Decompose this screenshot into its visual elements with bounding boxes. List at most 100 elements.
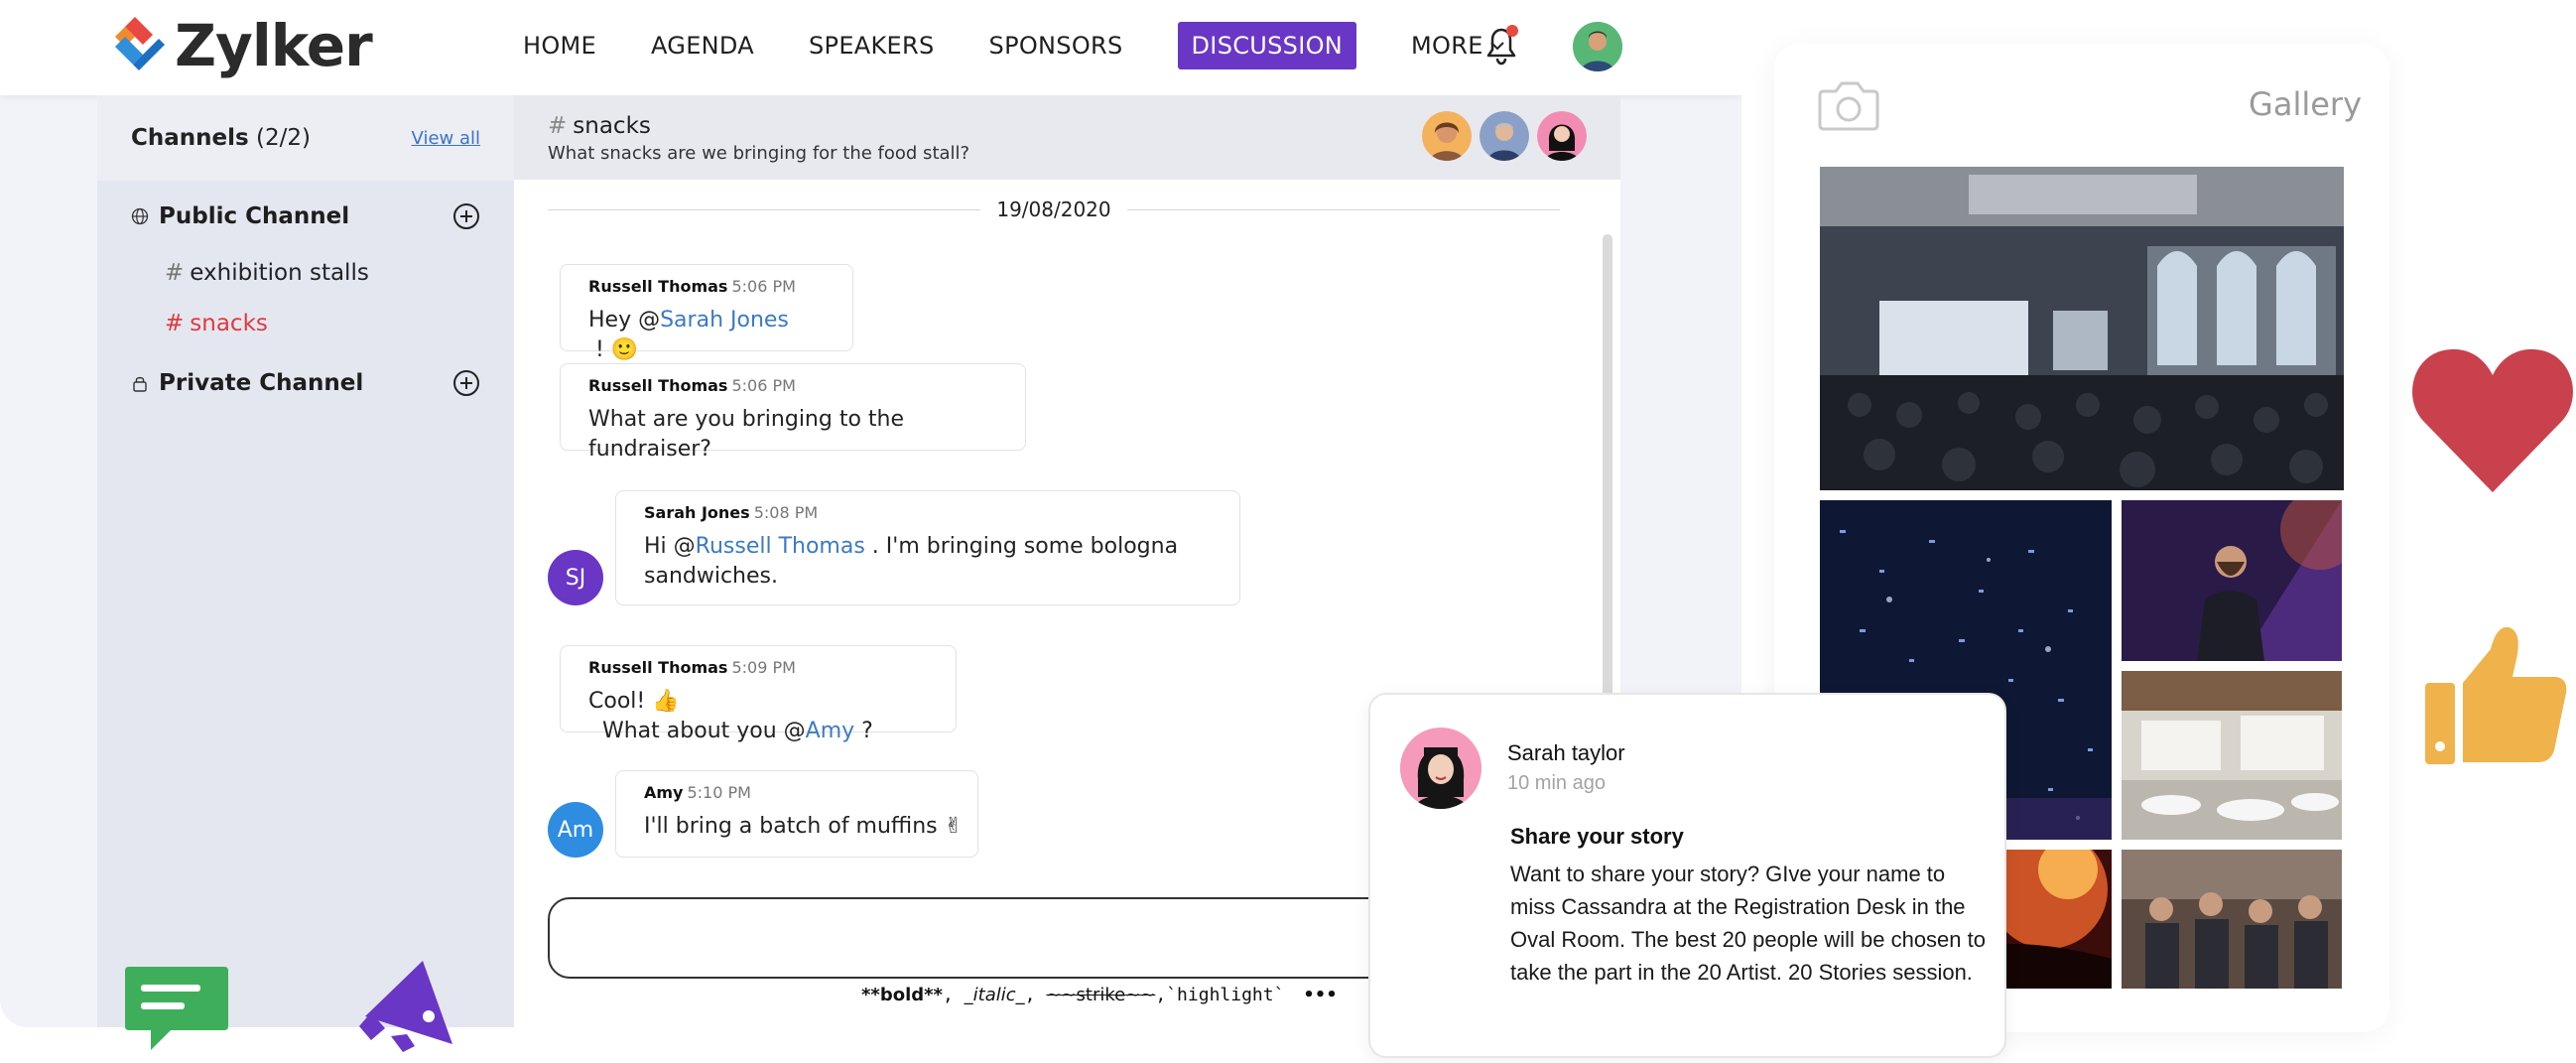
brand-name: Zylker [175,12,373,79]
chat-message[interactable]: Amy 5:10 PM I'll bring a batch of muffins… [615,770,978,858]
notification-avatar-image [1400,728,1481,809]
chat-bubble-icon [125,967,228,1050]
nav-discussion[interactable]: DISCUSSION [1177,22,1357,69]
message-time: 5:06 PM [731,376,796,395]
private-channel-group[interactable]: Private Channel [131,369,480,397]
message-text-part: What about you @ [588,719,806,743]
notification-time: 10 min ago [1507,772,1606,794]
chat-message[interactable]: Russell Thomas 5:09 PM Cool! 👍 What about… [560,645,957,743]
message-time: 5:08 PM [753,503,819,522]
add-private-channel-plus-circle-icon[interactable] [452,369,480,397]
format-highlight-hint: `highlight` [1166,985,1285,1005]
message-author: Sarah Jones [644,503,750,522]
message-text: I'll bring a batch of muffins ✌ [644,812,963,842]
nav-agenda[interactable]: AGENDA [651,32,754,60]
thumbs-up-emoji-icon: 👍 [652,689,680,714]
channel-members[interactable] [1422,111,1587,161]
channels-header: Channels (2/2) View all [97,95,514,181]
sidebar-item-exhibition-stalls[interactable]: # exhibition stalls [165,260,369,286]
message-text-part: Hey @ [588,308,661,332]
globe-icon [131,207,149,225]
mention-link[interactable]: Russell Thomas [696,534,865,559]
group-image [2122,850,2342,989]
message-text: Hi @Russell Thomas . I'm bringing some b… [644,532,1212,592]
message-text-part: I'll bring a batch of muffins [644,814,945,839]
format-bold-hint: **bold** [861,985,943,1005]
sidebar-item-snacks[interactable]: # snacks [165,311,268,336]
public-channel-group[interactable]: Public Channel [131,202,480,230]
notification-card[interactable]: Sarah taylor 10 min ago Share your story… [1368,693,2006,1058]
member-avatar[interactable] [1480,111,1529,161]
message-time: 5:06 PM [731,277,796,296]
channels-count: (2/2) [256,125,311,151]
nav-sponsors[interactable]: SPONSORS [989,32,1123,60]
notification-avatar [1400,728,1481,809]
view-all-link[interactable]: View all [412,128,480,149]
conference-hall-image [1820,167,2344,490]
avatar-initials[interactable]: Am [548,802,603,858]
user-avatar-image [1573,22,1622,71]
notification-sender: Sarah taylor [1507,740,1625,765]
date-divider-line [548,208,981,210]
message-meta: Russell Thomas 5:06 PM [588,277,825,296]
private-channel-label: Private Channel [159,370,364,396]
avatar-initials[interactable]: SJ [548,550,603,605]
message-text: Hey @Sarah Jones ! 🙂 [588,306,825,365]
more-options-icon[interactable]: ••• [1303,985,1338,1005]
chat-message[interactable]: Sarah Jones 5:08 PM Hi @Russell Thomas . … [615,490,1240,605]
brand-logo[interactable]: Zylker [105,12,373,79]
channel-name: exhibition stalls [190,260,369,286]
channel-hash: # [165,311,185,336]
meeting-room-image [2122,671,2342,840]
date-divider-line [1126,208,1560,210]
public-channel-heading: Public Channel [131,203,349,229]
format-separator: , [1155,985,1167,1005]
top-navigation-bar: Zylker HOME AGENDA SPEAKERS SPONSORS DIS… [0,0,1741,95]
nav-home[interactable]: HOME [523,32,596,60]
message-meta: Sarah Jones 5:08 PM [644,503,1212,522]
speaker-image [2122,500,2342,661]
date-divider: 19/08/2020 [548,195,1560,224]
add-public-channel-plus-circle-icon[interactable] [452,202,480,230]
gallery-photo-speaker[interactable] [2122,500,2342,661]
camera-icon[interactable] [1818,77,1879,131]
member-avatar[interactable] [1537,111,1587,161]
chat-scrollbar[interactable] [1603,234,1612,701]
lock-icon [133,376,147,392]
mention-link[interactable]: Amy [806,719,855,743]
format-separator: , [1024,985,1047,1005]
main-nav: HOME AGENDA SPEAKERS SPONSORS DISCUSSION… [523,0,1560,91]
nav-more-label: MORE [1411,32,1483,60]
format-italic-hint: _italic_ [964,985,1025,1005]
bell-icon[interactable] [1479,22,1524,67]
nav-speakers[interactable]: SPEAKERS [809,32,935,60]
public-channel-label: Public Channel [159,203,350,229]
mention-link[interactable]: Sarah Jones [660,308,789,332]
channel-name: snacks [190,311,268,336]
private-channel-heading: Private Channel [131,370,363,396]
formatting-hint: **bold**, _italic_, ~~strike~~,`highligh… [861,985,1338,1005]
member-avatar[interactable] [1422,111,1472,161]
channels-title: Channels (2/2) [131,125,311,151]
thumbs-up-icon[interactable] [2421,619,2570,768]
gallery-photo-conference-hall[interactable] [1820,167,2344,490]
notification-body: Want to share your story? GIve your name… [1510,862,1986,985]
gallery-photo-meeting-room[interactable] [2122,671,2342,840]
megaphone-icon [359,961,452,1052]
message-author: Russell Thomas [588,376,728,395]
message-text-part: Cool! [588,689,653,714]
user-avatar[interactable] [1573,22,1622,71]
victory-emoji-icon: ✌ [944,814,964,839]
message-author: Amy [644,783,684,802]
message-text-part: ? [854,719,873,743]
channels-sidebar: Channels (2/2) View all Public Channel #… [97,95,514,1027]
chat-message[interactable]: Russell Thomas 5:06 PM Hey @Sarah Jones !… [560,264,853,362]
message-text: Cool! 👍 What about you @Amy ? [588,687,928,746]
notification-heading: Share your story [1510,824,1684,849]
channel-hash: # [165,260,185,286]
message-text-part: Hi @ [644,534,696,559]
message-time: 5:09 PM [731,658,796,677]
chat-message[interactable]: Russell Thomas 5:06 PM What are you bring… [560,363,1026,462]
heart-icon[interactable] [2409,343,2576,494]
gallery-photo-group[interactable] [2122,850,2342,989]
